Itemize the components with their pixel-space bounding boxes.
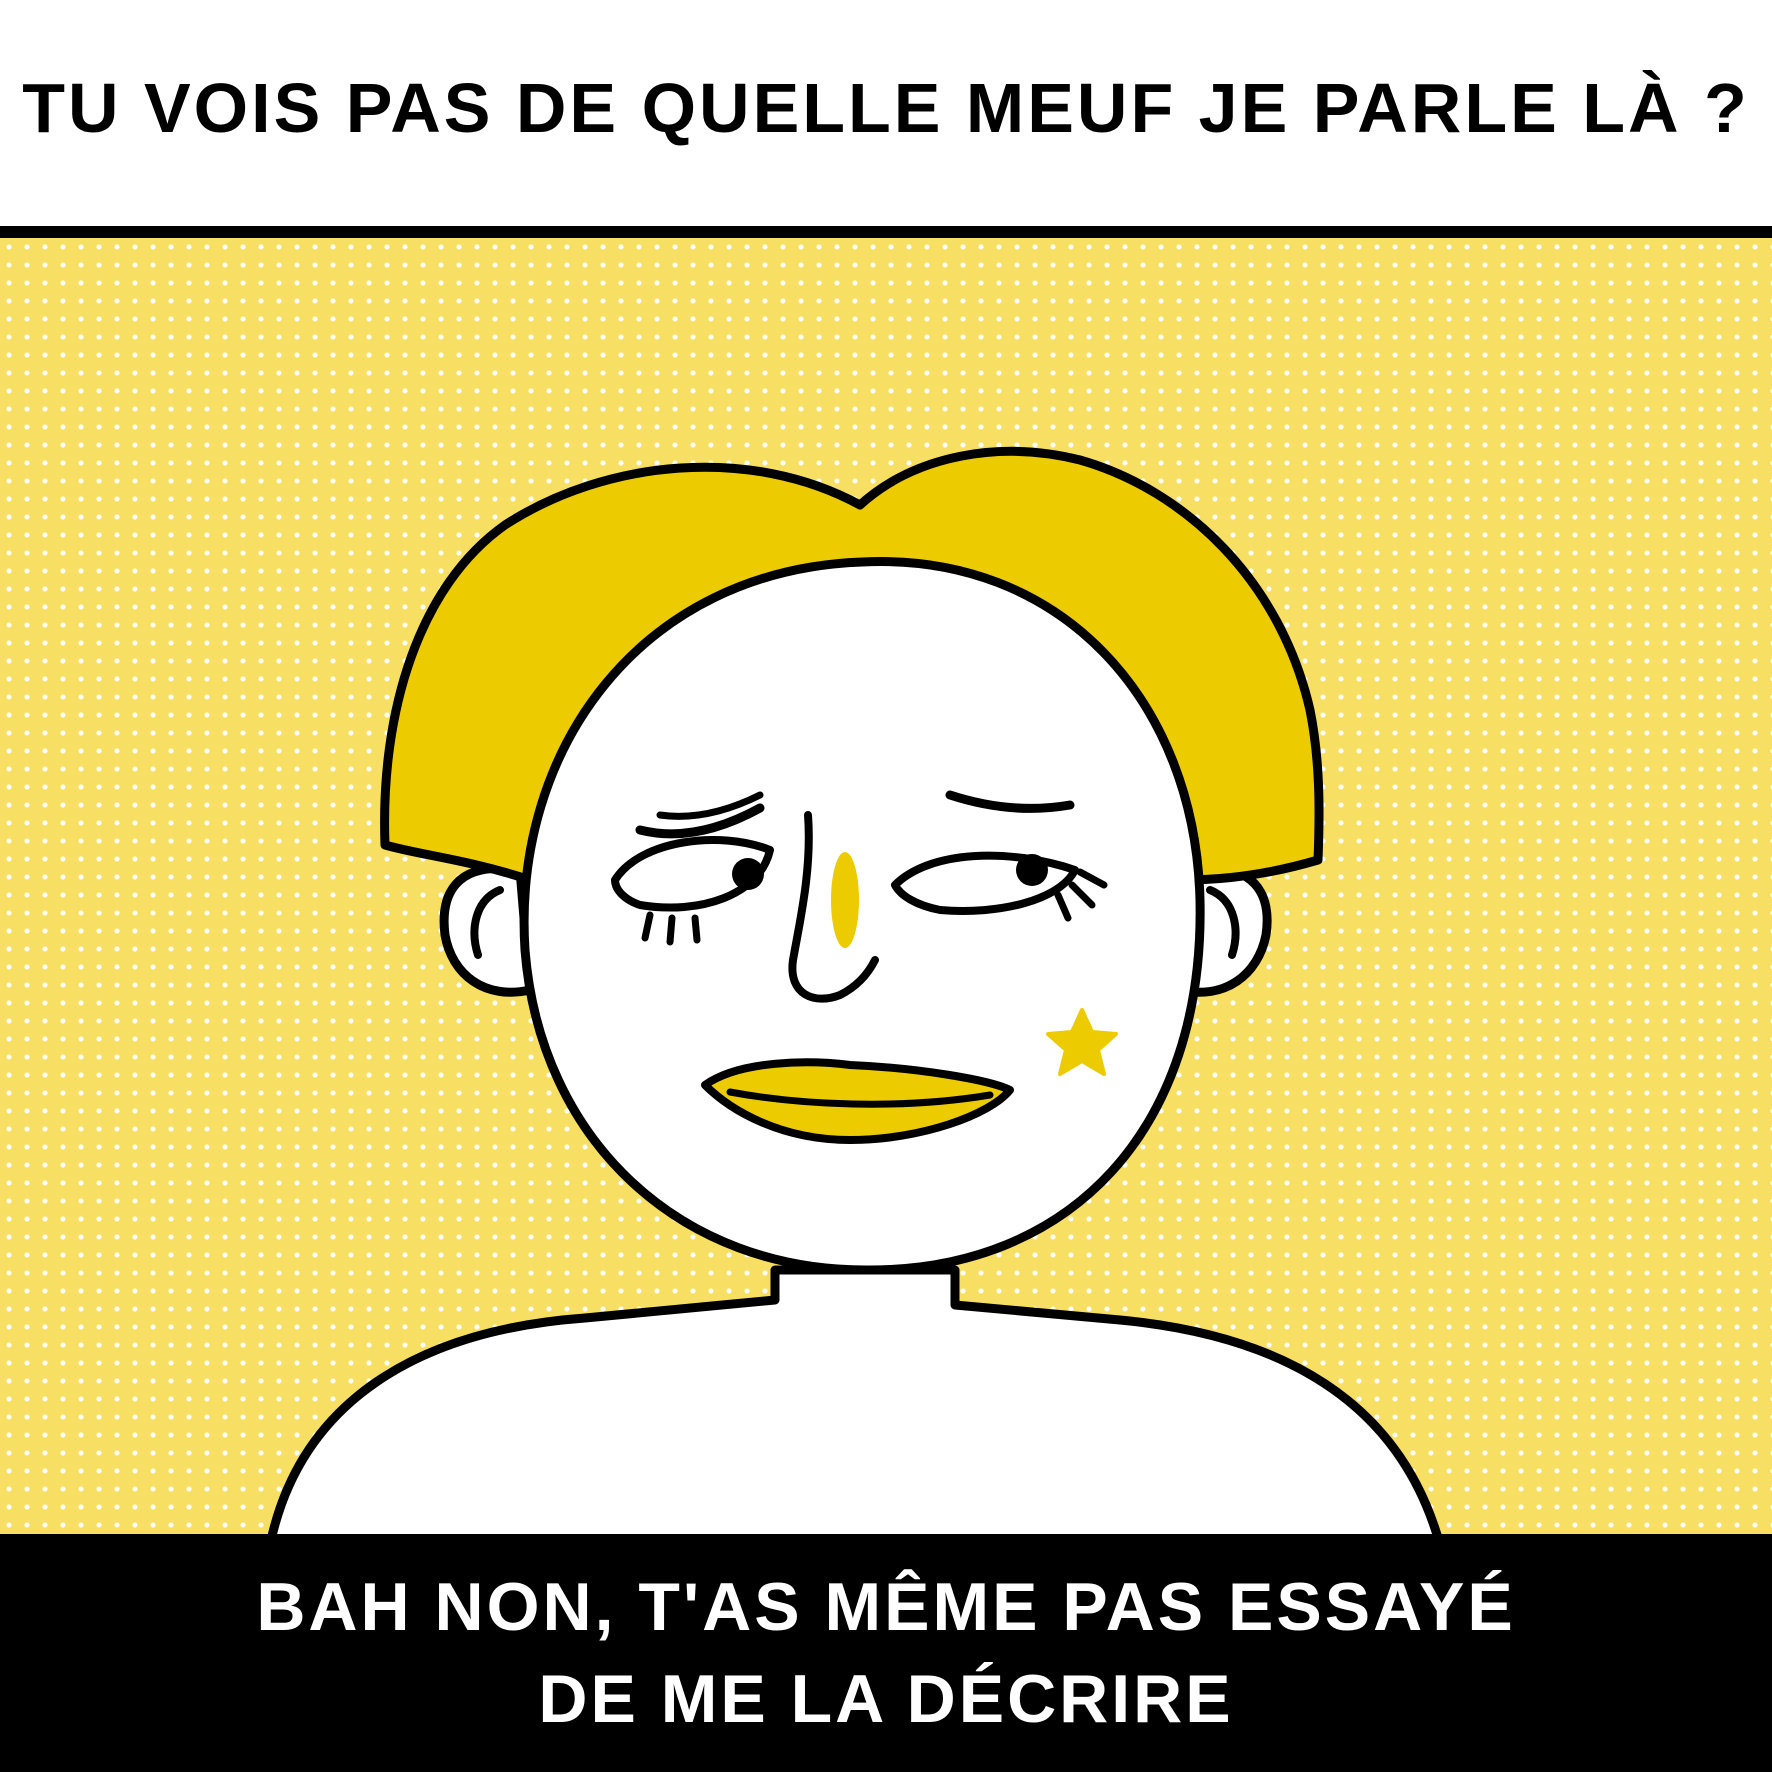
bottom-caption-box: BAH NON, T'AS MÊME PAS ESSAYÉ DE ME LA D… — [0, 1534, 1772, 1772]
left-pupil — [732, 858, 764, 890]
illustration-panel — [0, 238, 1772, 1534]
face — [519, 557, 1205, 1275]
comic-panel-page: TU VOIS PAS DE QUELLE MEUF JE PARLE LÀ ? — [0, 0, 1772, 1772]
bottom-caption-line-1: BAH NON, T'AS MÊME PAS ESSAYÉ — [256, 1569, 1516, 1645]
nose-highlight — [831, 852, 859, 948]
top-caption-box: TU VOIS PAS DE QUELLE MEUF JE PARLE LÀ ? — [0, 0, 1772, 225]
character-illustration — [268, 447, 1442, 1534]
left-ear — [439, 863, 535, 997]
right-pupil — [1016, 854, 1048, 886]
panel-divider — [0, 226, 1772, 238]
shoulders — [268, 1265, 1442, 1534]
bottom-caption-line-2: DE ME LA DÉCRIRE — [538, 1661, 1234, 1737]
top-caption-text: TU VOIS PAS DE QUELLE MEUF JE PARLE LÀ ? — [22, 68, 1750, 147]
